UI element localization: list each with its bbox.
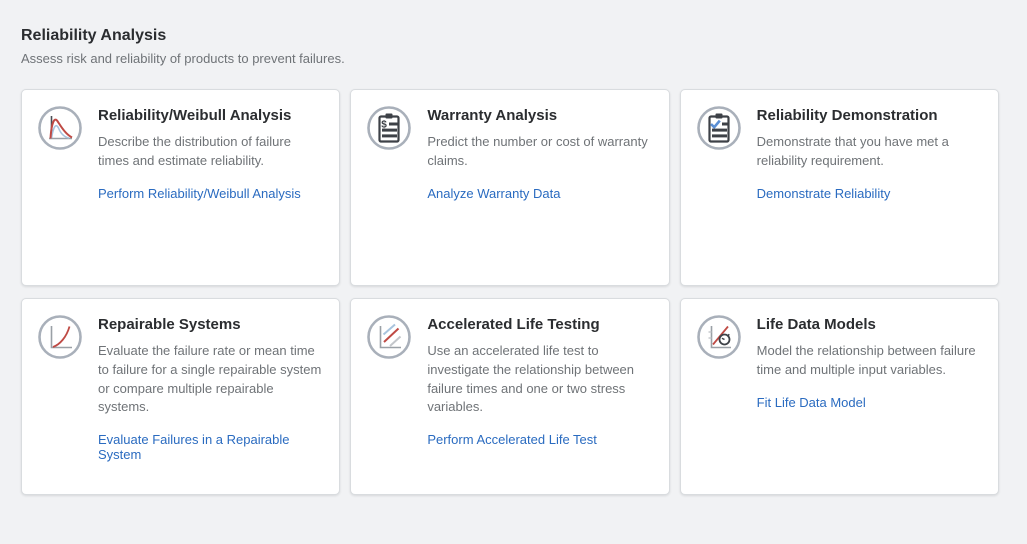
clipboard-check-icon xyxy=(695,104,743,152)
fit-life-data-model-link[interactable]: Fit Life Data Model xyxy=(757,395,866,410)
evaluate-failures-repairable-system-link[interactable]: Evaluate Failures in a Repairable System xyxy=(98,432,323,462)
card-life-data-models: Life Data Models Model the relationship … xyxy=(680,298,999,495)
card-description: Demonstrate that you have met a reliabil… xyxy=(757,133,982,171)
card-title: Warranty Analysis xyxy=(427,107,652,126)
card-title: Life Data Models xyxy=(757,316,982,335)
card-reliability-demonstration: Reliability Demonstration Demonstrate th… xyxy=(680,89,999,286)
card-description: Model the relationship between failure t… xyxy=(757,342,982,380)
clipboard-dollar-icon: $ xyxy=(365,104,413,152)
regression-gauge-icon xyxy=(695,313,743,361)
card-reliability-weibull-analysis: Reliability/Weibull Analysis Describe th… xyxy=(21,89,340,286)
analysis-card-grid: Reliability/Weibull Analysis Describe th… xyxy=(21,89,999,495)
demonstrate-reliability-link[interactable]: Demonstrate Reliability xyxy=(757,186,891,201)
diagonal-lines-icon xyxy=(365,313,413,361)
card-description: Evaluate the failure rate or mean time t… xyxy=(98,342,323,417)
page-title: Reliability Analysis xyxy=(21,26,999,45)
card-repairable-systems: Repairable Systems Evaluate the failure … xyxy=(21,298,340,495)
card-title: Repairable Systems xyxy=(98,316,323,335)
card-description: Use an accelerated life test to investig… xyxy=(427,342,652,417)
card-title: Reliability/Weibull Analysis xyxy=(98,107,323,126)
card-title: Accelerated Life Testing xyxy=(427,316,652,335)
perform-reliability-weibull-analysis-link[interactable]: Perform Reliability/Weibull Analysis xyxy=(98,186,301,201)
analyze-warranty-data-link[interactable]: Analyze Warranty Data xyxy=(427,186,560,201)
page-subtitle: Assess risk and reliability of products … xyxy=(21,51,999,68)
card-warranty-analysis: $ Warranty Analysis Predict the number o… xyxy=(350,89,669,286)
rising-curve-icon xyxy=(36,313,84,361)
card-description: Predict the number or cost of warranty c… xyxy=(427,133,652,171)
weibull-distribution-icon xyxy=(36,104,84,152)
card-title: Reliability Demonstration xyxy=(757,107,982,126)
perform-accelerated-life-test-link[interactable]: Perform Accelerated Life Test xyxy=(427,432,597,447)
card-accelerated-life-testing: Accelerated Life Testing Use an accelera… xyxy=(350,298,669,495)
card-description: Describe the distribution of failure tim… xyxy=(98,133,323,171)
reliability-analysis-page: Reliability Analysis Assess risk and rel… xyxy=(0,0,1027,495)
